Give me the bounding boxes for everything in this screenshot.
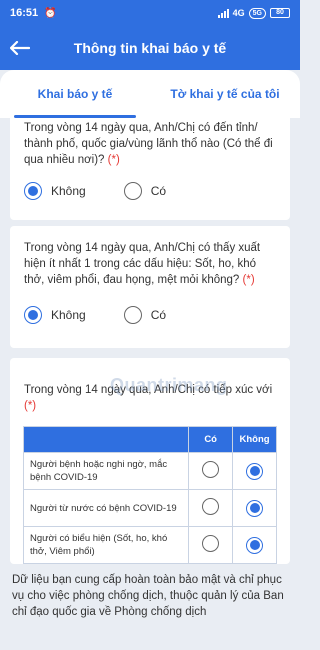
option-label: Không [51,308,86,322]
required-mark: (*) [242,274,255,286]
signal-icon [217,8,229,18]
required-mark: (*) [24,400,37,412]
radio-unselected-icon[interactable] [202,498,220,515]
radio-unselected-icon[interactable] [123,182,142,200]
radio-unselected-icon[interactable] [123,306,142,324]
q2-option-khong[interactable]: Không [24,306,86,324]
table-header-row: Có Không [22,426,277,453]
q2-option-co[interactable]: Có [123,306,167,324]
question-2-label: Trong vòng 14 ngày qua, Anh/Chị có thấy … [24,242,261,286]
row-2-option-co[interactable] [188,489,234,527]
option-label: Có [150,308,167,322]
row-3-option-khong[interactable] [232,526,277,564]
radio-unselected-icon[interactable] [202,461,220,478]
row-3-option-co[interactable] [188,526,234,564]
row-label: Người từ nước có bệnh COVID-19 [22,489,190,527]
q1-option-khong[interactable]: Không [24,182,86,200]
watermark-logo: Quantrimang [110,375,228,395]
q1-option-co[interactable]: Có [123,182,167,200]
arrow-left-icon [10,41,30,55]
table-row: Người có biểu hiện (Sốt, ho, khó thở, Vi… [22,526,277,564]
option-label: Có [150,184,167,198]
battery-icon: 80 [270,8,290,18]
required-mark: (*) [107,154,120,166]
radio-selected-icon[interactable] [24,306,42,324]
status-icons: 4G 5G 80 [217,7,290,19]
option-label: Không [51,184,86,198]
back-button[interactable] [0,26,40,70]
form-content: Trong vòng 14 ngày qua, Anh/Chị có đến t… [0,118,300,650]
radio-selected-icon[interactable] [246,462,264,480]
question-2-text: Trong vòng 14 ngày qua, Anh/Chị có thấy … [10,240,290,288]
radio-unselected-icon[interactable] [202,535,220,552]
row-2-option-khong[interactable] [232,489,277,527]
privacy-notice: Dữ liệu bạn cung cấp hoàn toàn bảo mật v… [12,574,284,618]
table-row: Người từ nước có bệnh COVID-19 [22,489,277,527]
table-header-khong: Không [232,426,277,453]
row-label: Người bệnh hoặc nghi ngờ, mắc bệnh COVID… [22,452,190,490]
radio-selected-icon[interactable] [246,499,264,517]
row-label: Người có biểu hiện (Sốt, ho, khó thở, Vi… [22,526,190,564]
wifi-badge: 5G [248,7,266,19]
question-1-options: Không Có [10,182,290,200]
app-header: Thông tin khai báo y tế [0,26,300,70]
table-header-empty [22,426,190,453]
table-row: Người bệnh hoặc nghi ngờ, mắc bệnh COVID… [22,452,277,490]
tab-khai-bao-y-te[interactable]: Khai báo y tế [0,70,150,118]
radio-selected-icon[interactable] [24,182,42,200]
row-1-option-co[interactable] [188,452,234,490]
radio-selected-icon[interactable] [246,536,264,554]
status-time: 16:51 [10,7,39,19]
tab-bar: Khai báo y tế Tờ khai y tế của tôi [0,70,300,118]
question-1-text: Trong vòng 14 ngày qua, Anh/Chị có đến t… [10,120,290,168]
tab-to-khai-cua-toi[interactable]: Tờ khai y tế của tôi [150,70,300,118]
status-bar: 16:51 ⏰ 4G 5G 80 [0,0,300,26]
alarm-icon: ⏰ [44,7,57,19]
question-card-2: Trong vòng 14 ngày qua, Anh/Chị có thấy … [10,226,290,348]
contact-table: Có Không Người bệnh hoặc nghi ngờ, mắc b… [22,426,277,564]
question-1-label: Trong vòng 14 ngày qua, Anh/Chị có đến t… [24,122,273,166]
question-card-1: Trong vòng 14 ngày qua, Anh/Chị có đến t… [10,118,290,220]
row-1-option-khong[interactable] [232,452,277,490]
page-title: Thông tin khai báo y tế [73,40,227,56]
network-type: 4G [232,8,245,18]
question-2-options: Không Có [10,306,290,324]
table-header-co: Có [188,426,234,453]
